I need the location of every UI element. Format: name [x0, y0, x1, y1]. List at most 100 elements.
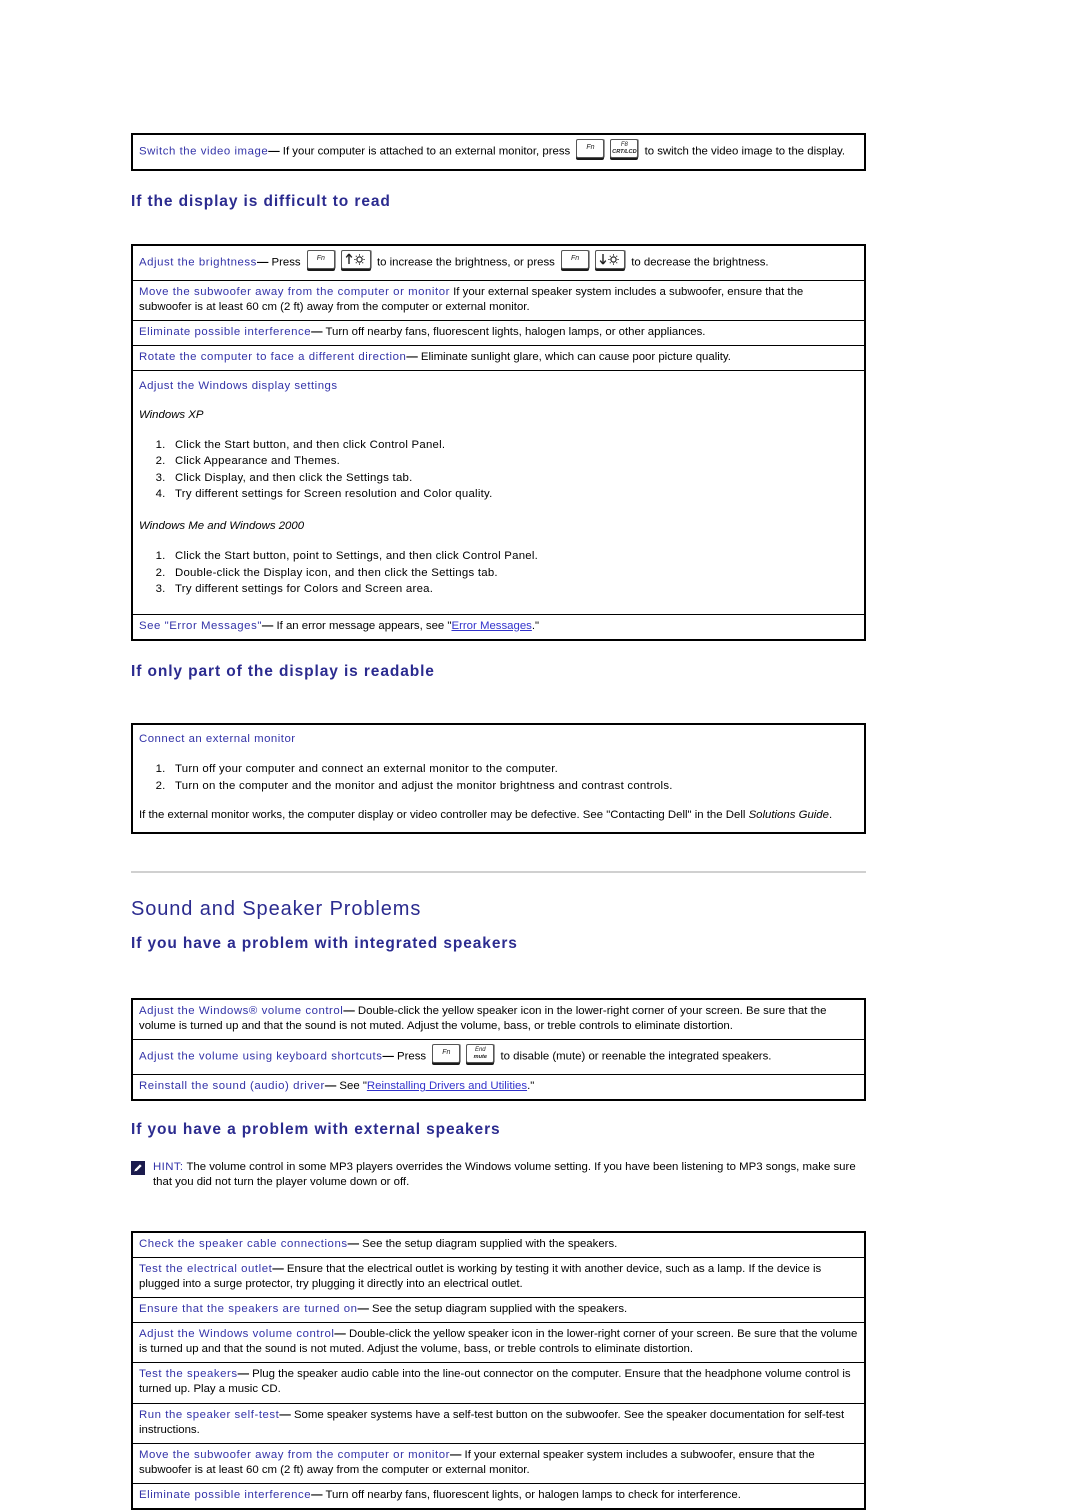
- see-error-messages-tip: See "Error Messages"— If an error messag…: [132, 613, 865, 640]
- table-row: Test the speakers— Plug the speaker audi…: [132, 1362, 865, 1404]
- tip-body-2: to increase the brightness, or press: [373, 256, 559, 269]
- tip-body: See the setup diagram supplied with the …: [368, 1303, 628, 1316]
- tip-dash: —: [311, 325, 323, 338]
- f8-key-top-label: F8: [620, 142, 628, 148]
- end-mute-key: End mute: [466, 1044, 495, 1064]
- table-row: Test the electrical outlet— Ensure that …: [132, 1257, 865, 1299]
- table-row: Adjust the volume using keyboard shortcu…: [132, 1039, 865, 1076]
- tip-body-1: Press: [268, 256, 304, 269]
- table-row: Reinstall the sound (audio) driver— See …: [132, 1074, 865, 1101]
- note-pencil-icon: [131, 1160, 145, 1175]
- document-content: Switch the video image— If your computer…: [131, 0, 866, 1510]
- tip-dash: —: [268, 145, 280, 158]
- table-row: Adjust the Windows® volume control— Doub…: [132, 998, 865, 1041]
- tip-lead: Adjust the Windows® volume control: [139, 1004, 344, 1017]
- reinstall-sound-driver-tip: Reinstall the sound (audio) driver— See …: [132, 1074, 865, 1101]
- tip-lead: Eliminate possible interference: [139, 1488, 312, 1501]
- note-part-1: If the external monitor works, the compu…: [139, 809, 749, 822]
- error-messages-link[interactable]: Error Messages: [451, 620, 531, 632]
- rotate-computer-tip: Rotate the computer to face a different …: [132, 344, 865, 371]
- os-label-xp: Windows XP: [139, 408, 204, 421]
- hint-text: The volume control in some MP3 players o…: [153, 1160, 856, 1189]
- tip-dash: —: [334, 1328, 346, 1341]
- tip-lead: Check the speaker cable connections: [139, 1238, 348, 1251]
- hint-content: HINT: The volume control in some MP3 pla…: [153, 1160, 866, 1191]
- hint-note: HINT: The volume control in some MP3 pla…: [131, 1160, 866, 1191]
- adjust-brightness-tip: Adjust the brightness— Press Fn to incre…: [132, 244, 865, 281]
- list-item: Click Display, and then click the Settin…: [169, 470, 858, 487]
- table-row: Connect an external monitor Turn off you…: [132, 724, 865, 833]
- tip-dash: —: [324, 1080, 337, 1093]
- tip-lead: Move the subwoofer away from the compute…: [139, 1448, 450, 1461]
- eliminate-possible-interference-external-tip: Eliminate possible interference— Turn of…: [132, 1482, 865, 1509]
- tip-body-before: If your computer is attached to an exter…: [279, 145, 574, 158]
- end-key-sub-label: mute: [473, 1053, 487, 1060]
- table-row: Adjust the Windows display settings Wind…: [132, 369, 865, 615]
- table-row: Switch the video image— If your computer…: [132, 134, 865, 170]
- ensure-speakers-turned-on-tip: Ensure that the speakers are turned on— …: [132, 1297, 865, 1324]
- tip-lead: Adjust the brightness: [139, 256, 257, 269]
- tip-lead: Switch the video image: [139, 145, 269, 158]
- table-row: Move the subwoofer away from the compute…: [132, 1442, 865, 1484]
- tip-lead: Run the speaker self-test: [139, 1408, 280, 1421]
- display-tips-table: Adjust the brightness — Press Fn to incre…: [131, 243, 866, 641]
- tip-lead: Adjust the volume using keyboard shortcu…: [139, 1050, 383, 1063]
- heading-integrated-speakers: If you have a problem with integrated sp…: [131, 935, 518, 953]
- steps-windows-xp: Click the Start button, and then click C…: [139, 437, 858, 503]
- tip-body-1: Press: [393, 1050, 430, 1063]
- move-subwoofer-away-external-tip: Move the subwoofer away from the compute…: [132, 1442, 865, 1484]
- list-item: Click Appearance and Themes.: [169, 453, 858, 470]
- tip-lead: Ensure that the speakers are turned on: [139, 1303, 358, 1316]
- table-row: Check the speaker cable connections— See…: [132, 1232, 865, 1259]
- document-page: Switch the video image— If your computer…: [0, 0, 1080, 1510]
- steps-windows-me-2000: Click the Start button, point to Setting…: [139, 548, 858, 598]
- test-the-speakers-tip: Test the speakers— Plug the speaker audi…: [132, 1362, 865, 1404]
- table-row: Adjust the Windows volume control— Doubl…: [132, 1322, 865, 1364]
- reinstalling-drivers-and-utilities-link[interactable]: Reinstalling Drivers and Utilities: [367, 1080, 527, 1092]
- windows-display-settings-tip: Adjust the Windows display settings Wind…: [132, 369, 865, 615]
- f8-key-label: F8 CRT/LCD: [611, 140, 637, 155]
- hint-label: HINT:: [153, 1160, 184, 1173]
- tip-dash: —: [311, 1488, 323, 1501]
- table-row: Eliminate possible interference— Turn of…: [132, 1482, 865, 1509]
- table-row: See "Error Messages"— If an error messag…: [132, 613, 865, 640]
- list-item: Turn on the computer and the monitor and…: [169, 778, 858, 795]
- tip-body: Turn off nearby fans, fluorescent lights…: [322, 325, 706, 338]
- solutions-guide-title: Solutions Guide: [748, 809, 829, 822]
- list-item: Try different settings for Screen resolu…: [169, 486, 858, 503]
- integrated-speaker-tips-table: Adjust the Windows® volume control— Doub…: [131, 997, 866, 1102]
- tip-body-2: .": [527, 1080, 535, 1093]
- list-item: Turn off your computer and connect an ex…: [169, 761, 858, 778]
- f8-crt-lcd-key: F8 CRT/LCD: [610, 139, 639, 158]
- tip-body-2: .": [531, 619, 540, 632]
- connect-external-monitor-cell: Connect an external monitor Turn off you…: [132, 724, 865, 833]
- list-item: Click the Start button, and then click C…: [169, 437, 858, 454]
- tip-dash: —: [272, 1263, 284, 1276]
- list-item: Click the Start button, point to Setting…: [169, 548, 858, 565]
- tip-dash: —: [449, 1448, 462, 1461]
- table-row: Ensure that the speakers are turned on— …: [132, 1297, 865, 1324]
- heading-external-speakers: If you have a problem with external spea…: [131, 1121, 501, 1139]
- fn-key: Fn: [576, 139, 605, 158]
- tip-body-after: to switch the video image to the display…: [641, 145, 846, 158]
- tip-body-1: See ": [336, 1080, 367, 1093]
- tip-body-2: to disable (mute) or reenable the integr…: [497, 1050, 772, 1063]
- move-subwoofer-tip: Move the subwoofer away from the compute…: [132, 279, 865, 321]
- list-item: Try different settings for Colors and Sc…: [169, 581, 858, 598]
- heading-sound-and-speaker-problems: Sound and Speaker Problems: [131, 898, 422, 921]
- end-key-label: End mute: [467, 1045, 493, 1060]
- table-row: Adjust the brightness— Press Fn to incre…: [132, 244, 865, 281]
- eliminate-interference-tip: Eliminate possible interference— Turn of…: [132, 319, 865, 346]
- fn-key-label: Fn: [586, 144, 595, 151]
- tip-dash: —: [406, 350, 418, 363]
- tip-lead: Test the electrical outlet: [139, 1263, 273, 1276]
- fn-key-label: Fn: [316, 254, 325, 262]
- fn-key: Fn: [561, 249, 590, 269]
- brightness-up-key: [340, 249, 371, 269]
- note-part-2: .: [828, 809, 833, 822]
- tip-body: Turn off nearby fans, fluorescent lights…: [322, 1488, 741, 1501]
- procedure-heading: Adjust the Windows display settings: [139, 379, 338, 392]
- tip-lead: Reinstall the sound (audio) driver: [139, 1080, 325, 1093]
- keyboard-shortcut-volume-tip: Adjust the volume using keyboard shortcu…: [132, 1039, 865, 1076]
- tip-body: See the setup diagram supplied with the …: [358, 1238, 618, 1251]
